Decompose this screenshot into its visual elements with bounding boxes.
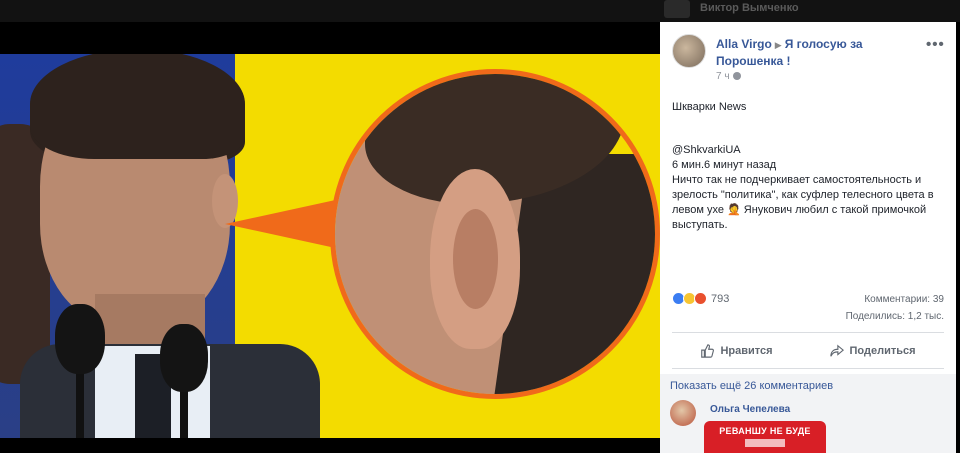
background-avatar <box>664 0 690 18</box>
post-text: Ничто так не подчеркивает самостоятельно… <box>672 174 934 231</box>
share-arrow-icon <box>829 344 844 357</box>
reactions-summary[interactable]: 793 <box>672 292 729 305</box>
thumbs-up-icon <box>701 344 715 358</box>
reactions-count[interactable]: 793 <box>711 293 729 305</box>
angry-reaction-icon <box>694 292 707 305</box>
commenter-name-link[interactable]: Ольга Чепелева <box>710 404 790 415</box>
zoom-circle <box>330 69 660 399</box>
post-photo[interactable] <box>0 54 660 438</box>
divider <box>672 368 944 369</box>
action-bar: Нравится Поделиться <box>672 338 944 364</box>
comment-sticker-image: РЕВАНШУ НЕ БУДЕ <box>704 421 826 453</box>
avatar[interactable] <box>672 34 706 68</box>
posted-ago: 6 мин.6 минут назад <box>672 159 777 171</box>
show-more-comments-link[interactable]: Показать ещё 26 комментариев <box>670 380 833 392</box>
author-name-link[interactable]: Alla Virgo <box>716 37 772 51</box>
background-author-name: Виктор Вымченко <box>700 2 799 14</box>
more-options-button[interactable]: ••• <box>926 36 945 53</box>
pointer-arrow <box>225 199 340 249</box>
trident-icon <box>745 439 785 447</box>
photo-stage[interactable] <box>0 22 660 453</box>
commenter-avatar[interactable] <box>670 400 696 426</box>
like-button[interactable]: Нравится <box>700 344 773 358</box>
globe-icon <box>732 72 741 80</box>
comments-count[interactable]: Комментарии: 39 <box>864 294 944 305</box>
post-timestamp[interactable]: 7 ч <box>716 71 741 82</box>
play-arrow-icon: ▶ <box>774 40 782 50</box>
microphone-icon <box>160 324 208 392</box>
background-page-strip <box>0 0 960 22</box>
post-panel: Alla Virgo ▶ Я голосую за Порошенка ! 7 ч … <box>660 22 956 453</box>
divider <box>672 332 944 333</box>
scrollbar[interactable] <box>956 22 960 453</box>
share-button[interactable]: Поделиться <box>829 344 916 358</box>
comments-section: Показать ещё 26 комментариев Ольга Чепел… <box>660 374 956 453</box>
source-handle: @ShkvarkiUA <box>672 144 741 156</box>
post-header: Alla Virgo ▶ Я голосую за Порошенка ! <box>716 36 926 69</box>
source-name: Шкварки News <box>672 101 747 113</box>
microphone-icon <box>55 304 105 374</box>
shares-count[interactable]: Поделились: 1,2 тыс. <box>846 311 944 322</box>
post-body: Шкварки News @ShkvarkiUA 6 мин.6 минут н… <box>672 100 950 233</box>
